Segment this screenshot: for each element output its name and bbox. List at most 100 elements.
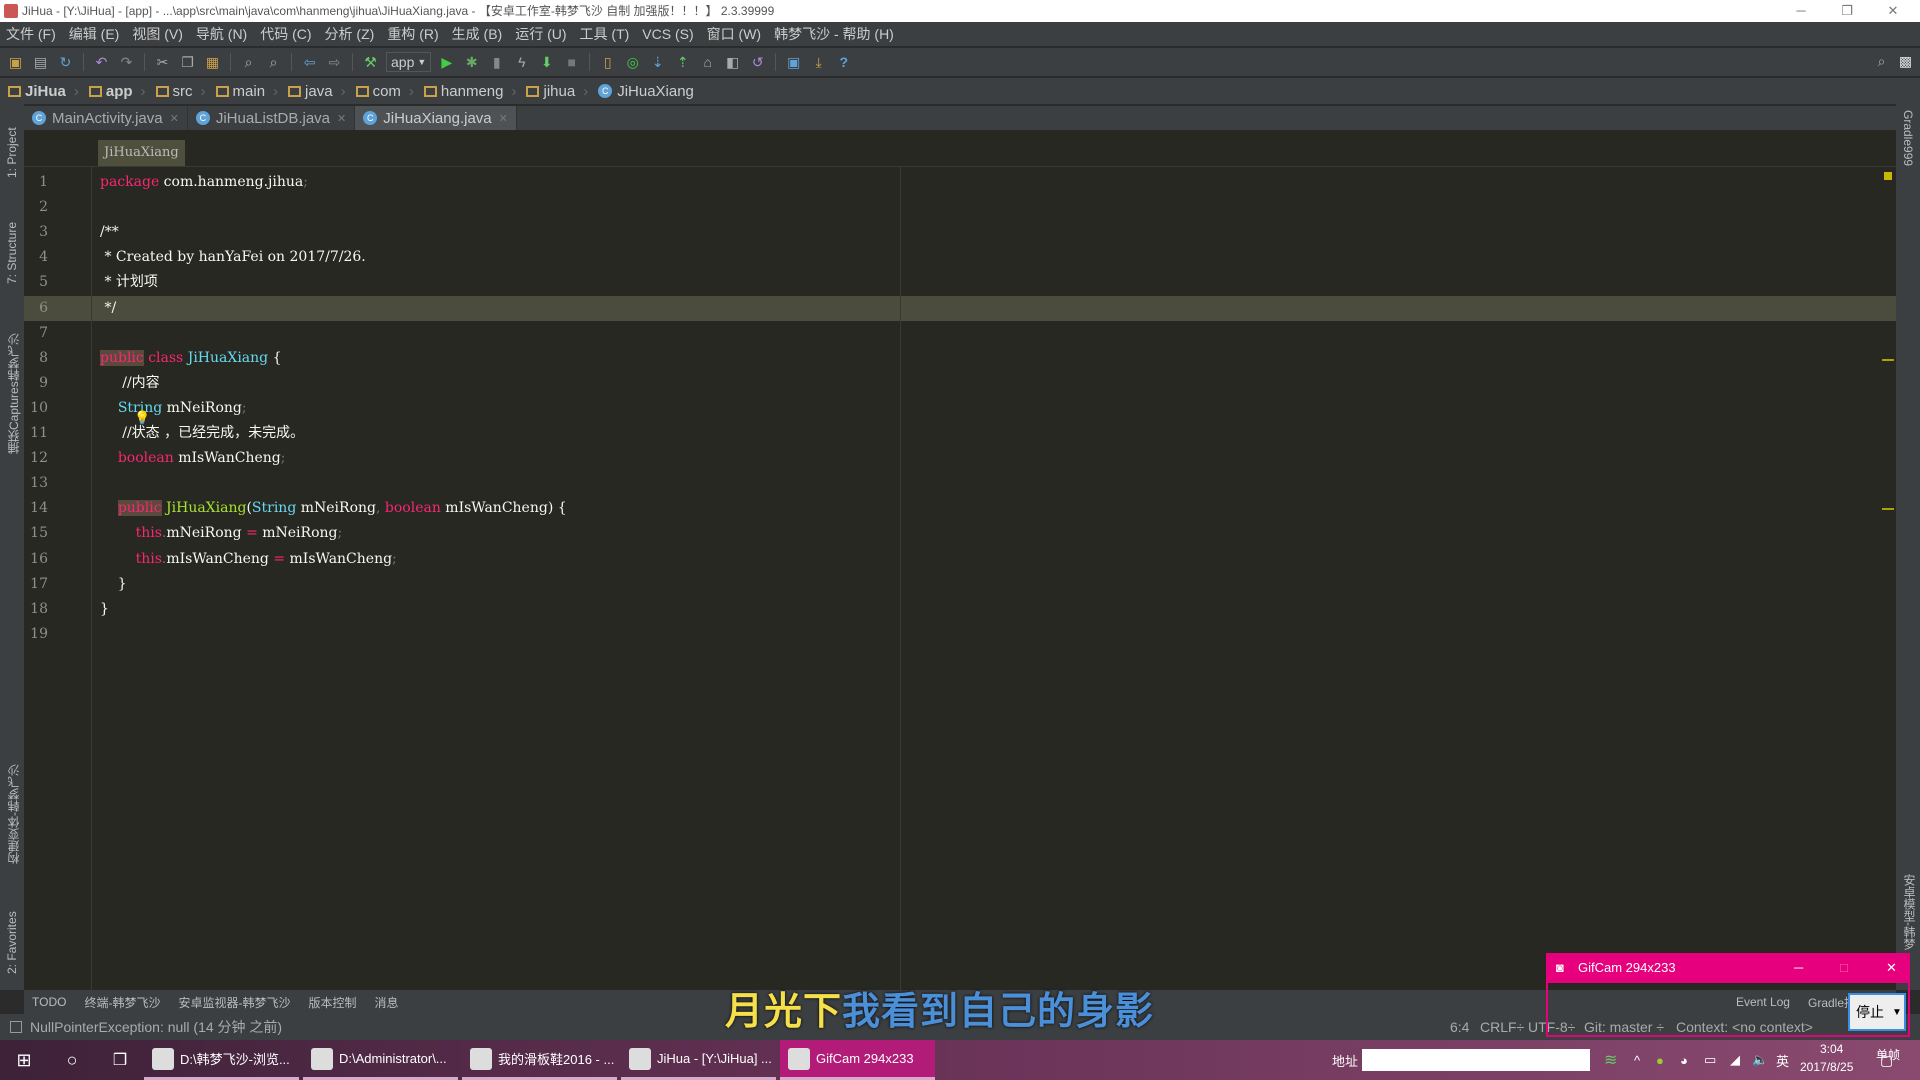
- save-icon[interactable]: ▤: [31, 53, 50, 72]
- error-stripe-mark[interactable]: [1882, 508, 1894, 510]
- error-stripe-mark[interactable]: [1882, 359, 1894, 361]
- minimize-button[interactable]: ─: [1778, 0, 1824, 22]
- find-icon[interactable]: ⌕: [239, 53, 258, 72]
- wifi-icon[interactable]: ≋: [1604, 1050, 1617, 1070]
- status-message[interactable]: NullPointerException: null (14 分钟 之前): [30, 1014, 282, 1040]
- warning-marker[interactable]: [1884, 172, 1892, 180]
- breadcrumb-item[interactable]: src: [155, 83, 206, 100]
- menu-item[interactable]: 工具 (T): [580, 24, 630, 44]
- redo-icon[interactable]: ↷: [117, 53, 136, 72]
- maximize-button[interactable]: ❐: [1824, 0, 1870, 22]
- help-icon[interactable]: ?: [834, 53, 853, 72]
- chevron-up-icon[interactable]: ^: [1634, 1053, 1640, 1068]
- menu-item[interactable]: 分析 (Z): [325, 24, 375, 44]
- breadcrumb-item[interactable]: app: [88, 83, 146, 100]
- menu-item[interactable]: 代码 (C): [260, 24, 311, 44]
- taskbar-item[interactable]: D:\韩梦飞沙-浏览...: [144, 1040, 299, 1080]
- close-tab-icon[interactable]: ✕: [337, 112, 346, 125]
- breadcrumb-item[interactable]: com: [355, 83, 414, 100]
- bottom-tool-4[interactable]: 消息: [374, 994, 398, 1011]
- bottom-tool-2[interactable]: 安卓监视器-韩梦飞沙: [178, 994, 290, 1011]
- search-icon[interactable]: ⌕: [1872, 52, 1891, 71]
- network-icon[interactable]: ◢: [1730, 1052, 1740, 1068]
- taskbar-item[interactable]: 我的滑板鞋2016 - ...: [462, 1040, 617, 1080]
- run-config-select[interactable]: app ▼: [386, 52, 432, 72]
- cortana-icon[interactable]: ○: [48, 1050, 96, 1071]
- project-structure-icon[interactable]: ▣: [784, 53, 803, 72]
- clock-time[interactable]: 3:04: [1820, 1042, 1843, 1056]
- avd-icon[interactable]: ▯: [598, 53, 617, 72]
- menu-item[interactable]: 编辑 (E): [69, 24, 120, 44]
- chevron-down-icon[interactable]: ▼: [1892, 1007, 1902, 1018]
- editor-tab[interactable]: C JiHuaXiang.java ✕: [355, 106, 517, 130]
- menu-item[interactable]: VCS (S): [642, 26, 693, 42]
- gifcam-minimize[interactable]: ─: [1794, 953, 1803, 983]
- windows-start-icon[interactable]: ⊞: [0, 1050, 48, 1071]
- tool-gradle[interactable]: Gradle999: [1901, 110, 1915, 200]
- forward-icon[interactable]: ⇨: [325, 53, 344, 72]
- battery-icon[interactable]: ▭: [1704, 1052, 1716, 1068]
- apply-changes-icon[interactable]: ϟ: [512, 53, 531, 72]
- menu-item[interactable]: 生成 (B): [452, 24, 503, 44]
- run-icon[interactable]: ▶: [437, 53, 456, 72]
- volume-icon[interactable]: 🔈: [1752, 1052, 1768, 1068]
- back-icon[interactable]: ⇦: [300, 53, 319, 72]
- gradle-sync-icon[interactable]: ◎: [623, 53, 642, 72]
- bottom-tool-3[interactable]: 版本控制: [308, 994, 356, 1011]
- gifcam-maximize[interactable]: □: [1840, 953, 1848, 983]
- attach-icon[interactable]: ⬇: [537, 53, 556, 72]
- compare-icon[interactable]: ◧: [723, 53, 742, 72]
- tool-build-variants[interactable]: 构建变体-韩梦飞沙: [5, 754, 22, 864]
- debug-icon[interactable]: ✱: [462, 53, 481, 72]
- build-icon[interactable]: ⚒: [361, 53, 380, 72]
- tool-favorites[interactable]: 2: Favorites: [5, 894, 19, 974]
- ime-indicator[interactable]: 英: [1776, 1051, 1789, 1070]
- history-icon[interactable]: ⌂: [698, 53, 717, 72]
- address-input[interactable]: [1362, 1049, 1590, 1071]
- close-tab-icon[interactable]: ✕: [499, 112, 508, 125]
- vcs-commit-icon[interactable]: ⇡: [673, 53, 692, 72]
- gifcam-single-frame[interactable]: 单帧: [1876, 1046, 1900, 1063]
- breadcrumb-item[interactable]: main: [215, 83, 279, 100]
- menu-item[interactable]: 韩梦飞沙 - 帮助 (H): [774, 24, 894, 44]
- taskbar-item[interactable]: D:\Administrator\...: [303, 1040, 458, 1080]
- vcs-update-icon[interactable]: ⇣: [648, 53, 667, 72]
- replace-icon[interactable]: ⌕: [264, 53, 283, 72]
- menu-item[interactable]: 运行 (U): [515, 24, 566, 44]
- breadcrumb-item[interactable]: JiHua: [8, 83, 79, 100]
- breadcrumb-item[interactable]: hanmeng: [423, 83, 517, 100]
- paste-icon[interactable]: ▦: [203, 53, 222, 72]
- tool-project[interactable]: 1: Project: [5, 108, 19, 178]
- editor-tab[interactable]: C JiHuaListDB.java ✕: [188, 106, 356, 130]
- tool-structure[interactable]: 7: Structure: [5, 204, 19, 284]
- breadcrumb-item[interactable]: jihua: [526, 83, 588, 100]
- bottom-tool-1[interactable]: 终端-韩梦飞沙: [84, 994, 160, 1011]
- status-toggle-icon[interactable]: [10, 1021, 22, 1033]
- cut-icon[interactable]: ✂: [153, 53, 172, 72]
- lightbulb-icon[interactable]: 💡: [134, 410, 150, 426]
- editor-breadcrumb[interactable]: JiHuaXiang: [98, 140, 185, 166]
- open-icon[interactable]: ▣: [6, 53, 25, 72]
- tray-app-icon[interactable]: ●: [1656, 1053, 1664, 1068]
- copy-icon[interactable]: ❐: [178, 53, 197, 72]
- code-editor[interactable]: JiHuaXiang 1 package com.hanmeng.jihua; 2 3…: [24, 130, 1896, 990]
- gifcam-close[interactable]: ✕: [1886, 953, 1897, 983]
- undo-icon[interactable]: ↶: [92, 53, 111, 72]
- breadcrumb-item[interactable]: java: [288, 83, 346, 100]
- task-view-icon[interactable]: ❒: [96, 1050, 144, 1070]
- stop-icon[interactable]: ■: [562, 53, 581, 72]
- menu-item[interactable]: 视图 (V): [132, 24, 183, 44]
- breadcrumb-item[interactable]: C JiHuaXiang: [598, 83, 694, 100]
- menu-item[interactable]: 导航 (N): [196, 24, 247, 44]
- sync-icon[interactable]: ↻: [56, 53, 75, 72]
- revert-icon[interactable]: ↺: [748, 53, 767, 72]
- sdk-manager-icon[interactable]: ⤓: [809, 53, 828, 72]
- caret-position[interactable]: 6:4: [1450, 1014, 1469, 1040]
- gifcam-title-bar[interactable]: ◙ GifCam 294x233 ─ □ ✕: [1548, 953, 1910, 983]
- close-tab-icon[interactable]: ✕: [170, 112, 179, 125]
- line-separator[interactable]: CRLF÷: [1480, 1014, 1524, 1040]
- menu-item[interactable]: 窗口 (W): [707, 24, 761, 44]
- taskbar-item[interactable]: JiHua - [Y:\JiHua] ...: [621, 1040, 776, 1080]
- layout-icon[interactable]: ▩: [1896, 52, 1915, 71]
- tool-captures[interactable]: 捕获Captures韩梦飞沙: [5, 314, 22, 454]
